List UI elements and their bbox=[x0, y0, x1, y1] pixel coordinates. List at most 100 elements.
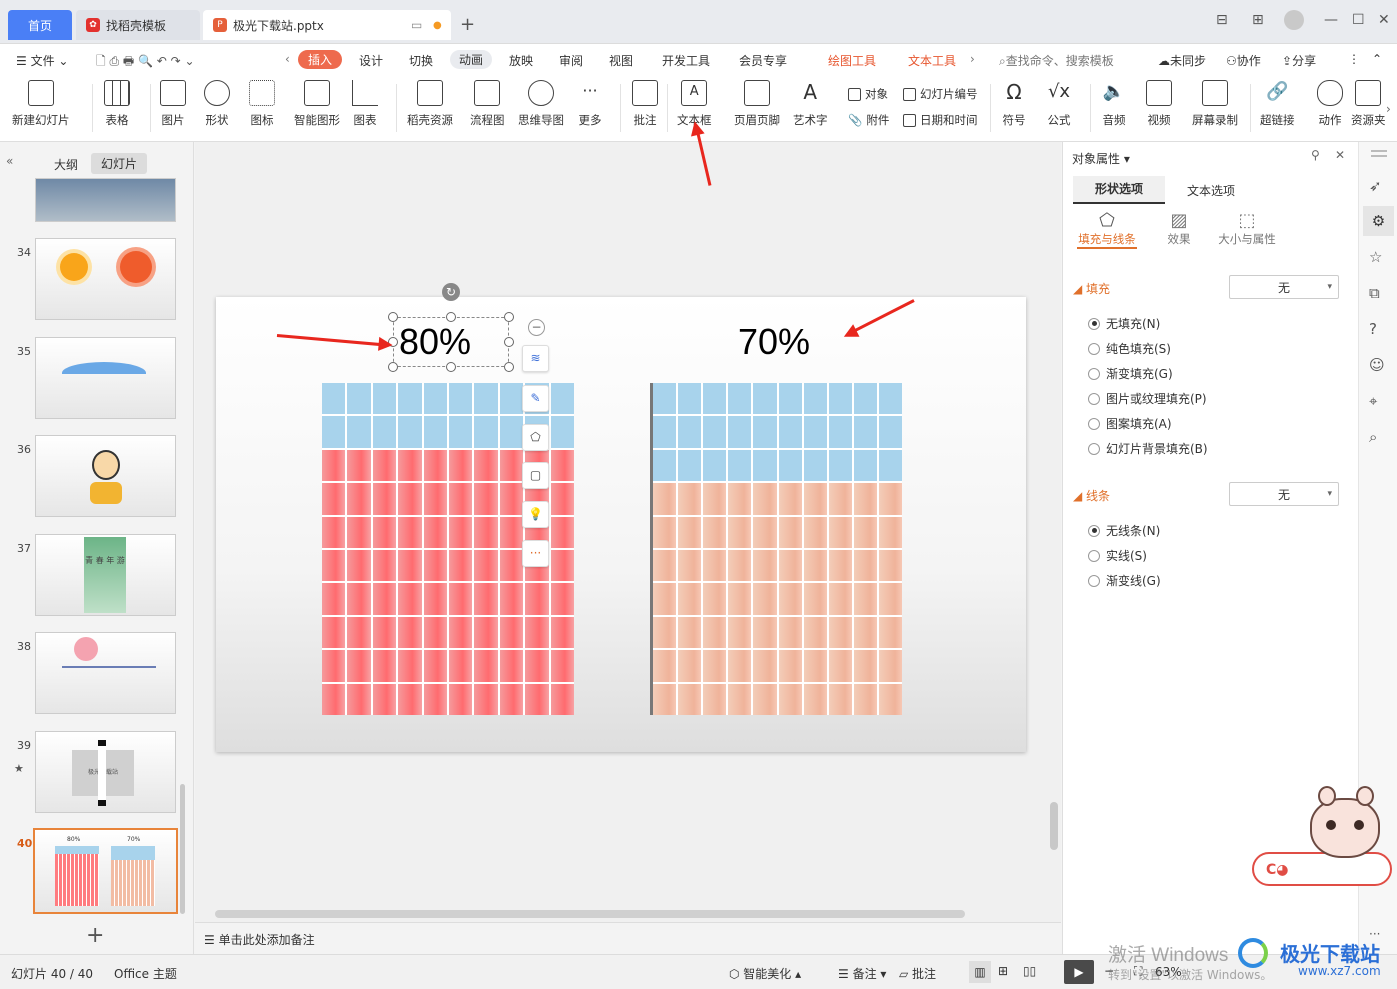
radio-solid-line[interactable]: 实线(S) bbox=[1088, 547, 1147, 564]
table-button[interactable]: 表格 bbox=[104, 80, 130, 128]
rotate-handle-icon[interactable]: ↻ bbox=[442, 283, 460, 301]
tab-member[interactable]: 会员专享 bbox=[739, 52, 787, 69]
collapse-ribbon-icon[interactable]: ⌃ bbox=[1372, 52, 1382, 66]
new-tab-button[interactable]: + bbox=[460, 14, 475, 35]
tab-text-options[interactable]: 文本选项 bbox=[1187, 182, 1235, 199]
transition-icon[interactable]: ⧉ bbox=[1369, 284, 1380, 302]
resource-folder-button[interactable]: 资源夹 bbox=[1351, 80, 1386, 128]
slide-thumb-40[interactable]: 80% 70% bbox=[33, 828, 178, 914]
slide-thumb-36[interactable] bbox=[35, 435, 176, 517]
tab-design[interactable]: 设计 bbox=[359, 52, 383, 69]
resize-handle[interactable] bbox=[388, 312, 398, 322]
resize-handle[interactable] bbox=[446, 362, 456, 372]
layout-icon[interactable]: ⊟ bbox=[1216, 12, 1228, 28]
slide-thumb-35[interactable] bbox=[35, 337, 176, 419]
resize-handle[interactable] bbox=[388, 362, 398, 372]
effect-tab[interactable]: ▨ 效果 bbox=[1159, 210, 1199, 247]
resize-handle[interactable] bbox=[504, 362, 514, 372]
assistant-mascot[interactable]: C◕ bbox=[1252, 786, 1392, 896]
radio-gradient-line[interactable]: 渐变线(G) bbox=[1088, 572, 1161, 589]
icon-button[interactable]: 图标 bbox=[249, 80, 275, 128]
tab-review[interactable]: 审阅 bbox=[559, 52, 583, 69]
fill-dropdown[interactable]: 无 ▾ bbox=[1229, 275, 1339, 299]
collapse-toolbar-icon[interactable]: − bbox=[528, 319, 545, 336]
ribbon-scroll-right-icon[interactable]: › bbox=[1386, 102, 1391, 116]
more-button[interactable]: ··· 更多 bbox=[577, 80, 603, 128]
resize-handle[interactable] bbox=[504, 337, 514, 347]
slide-number-button[interactable]: 幻灯片编号 bbox=[903, 86, 978, 102]
smart-beautify-button[interactable]: ⬡ 智能美化 ▴ bbox=[729, 965, 801, 982]
tab-transition[interactable]: 切换 bbox=[409, 52, 433, 69]
play-slideshow-icon[interactable]: ▶ bbox=[1064, 960, 1094, 984]
radio-gradient-fill[interactable]: 渐变填充(G) bbox=[1088, 365, 1173, 382]
attachment-button[interactable]: 📎 附件 bbox=[848, 112, 889, 128]
slides-tab[interactable]: 幻灯片 bbox=[91, 153, 148, 174]
radio-no-line[interactable]: 无线条(N) bbox=[1088, 522, 1160, 539]
resize-handle[interactable] bbox=[446, 312, 456, 322]
shape-button[interactable]: 形状 bbox=[204, 80, 230, 128]
share-button[interactable]: ⇪分享 bbox=[1282, 52, 1316, 69]
fill-section[interactable]: ◢ 填充 bbox=[1073, 280, 1110, 297]
tab-animation[interactable]: 动画 bbox=[450, 50, 493, 69]
wordart-button[interactable]: A 艺术字 bbox=[793, 80, 828, 128]
scroll-left-icon[interactable]: ‹ bbox=[285, 52, 290, 66]
radio-no-fill[interactable]: 无填充(N) bbox=[1088, 315, 1160, 332]
mindmap-button[interactable]: 思维导图 bbox=[518, 80, 564, 128]
radio-picture-fill[interactable]: 图片或纹理填充(P) bbox=[1088, 390, 1207, 407]
slide-thumb-33[interactable] bbox=[35, 178, 176, 222]
radio-solid-fill[interactable]: 纯色填充(S) bbox=[1088, 340, 1171, 357]
star-icon[interactable]: ☆ bbox=[1369, 248, 1382, 266]
tab-drawing-tools[interactable]: 绘图工具 bbox=[828, 52, 876, 69]
command-search[interactable]: ⌕查找命令、搜索模板 bbox=[999, 52, 1114, 69]
robot-icon[interactable]: ☺ bbox=[1369, 356, 1385, 374]
audio-button[interactable]: 🔈 音频 bbox=[1101, 80, 1127, 128]
sorter-view-icon[interactable]: ⊞ bbox=[998, 964, 1008, 978]
tab-template[interactable]: ✿ 找稻壳模板 bbox=[76, 10, 200, 40]
reading-view-icon[interactable]: ▯▯ bbox=[1023, 964, 1036, 978]
tab-document[interactable]: P 极光下载站.pptx ▭ ● bbox=[203, 10, 451, 40]
maximize-icon[interactable]: ☐ bbox=[1352, 12, 1365, 28]
grid-icon[interactable]: ⊞ bbox=[1252, 12, 1264, 28]
formula-button[interactable]: √x 公式 bbox=[1046, 80, 1072, 128]
tab-view[interactable]: 视图 bbox=[609, 52, 633, 69]
object-button[interactable]: 对象 bbox=[848, 86, 888, 102]
close-panel-icon[interactable]: ✕ bbox=[1335, 148, 1345, 162]
tab-text-tools[interactable]: 文本工具 bbox=[908, 52, 956, 69]
collapse-panel-icon[interactable]: « bbox=[6, 154, 13, 168]
tab-home[interactable]: 首页 bbox=[8, 10, 72, 40]
minimize-icon[interactable]: — bbox=[1324, 12, 1338, 28]
resize-handle[interactable] bbox=[504, 312, 514, 322]
avatar[interactable] bbox=[1284, 10, 1304, 30]
normal-view-icon[interactable]: ▥ bbox=[969, 961, 991, 983]
comment-button[interactable]: 批注 bbox=[632, 80, 658, 128]
pen-icon[interactable]: ✎ bbox=[522, 385, 549, 412]
more-menu-icon[interactable]: ⋮ bbox=[1348, 52, 1360, 66]
collab-button[interactable]: ⚇协作 bbox=[1226, 52, 1261, 69]
layer-icon[interactable]: ≋ bbox=[522, 345, 549, 372]
slide[interactable]: 80% 70% ↻ − ≋ ✎ ⬠ ▢ 💡 ··· bbox=[216, 283, 1026, 752]
pin-icon[interactable]: ⚲ bbox=[1311, 148, 1320, 162]
comment-toggle-button[interactable]: ▱ 批注 bbox=[899, 965, 936, 982]
canvas-hscrollbar[interactable] bbox=[215, 910, 965, 918]
datetime-button[interactable]: 日期和时间 bbox=[903, 112, 978, 128]
help-icon[interactable]: ? bbox=[1369, 320, 1377, 338]
new-slide-button[interactable]: 新建幻灯片 bbox=[12, 80, 70, 128]
screen-record-button[interactable]: 屏幕录制 bbox=[1192, 80, 1238, 128]
screen-icon[interactable]: ▭ bbox=[411, 18, 422, 32]
close-icon[interactable]: ✕ bbox=[1378, 12, 1390, 28]
tab-shape-options[interactable]: 形状选项 bbox=[1073, 176, 1165, 204]
size-tab[interactable]: ⬚ 大小与属性 bbox=[1215, 210, 1279, 247]
video-button[interactable]: 视频 bbox=[1146, 80, 1172, 128]
picture-button[interactable]: 图片 bbox=[160, 80, 186, 128]
theme-name[interactable]: Office 主题 bbox=[114, 965, 177, 982]
properties-icon[interactable]: ⚙ bbox=[1363, 206, 1394, 236]
panel-title[interactable]: 对象属性 ▾ bbox=[1072, 150, 1130, 167]
canvas-vscrollbar[interactable] bbox=[1050, 802, 1058, 850]
chart-button[interactable]: 图表 bbox=[352, 80, 378, 128]
slide-thumb-38[interactable] bbox=[35, 632, 176, 714]
outline-tab[interactable]: 大纲 bbox=[54, 156, 78, 173]
fill-bucket-icon[interactable]: ⬠ bbox=[522, 424, 549, 451]
outline-icon[interactable]: ▢ bbox=[522, 462, 549, 489]
slide-thumb-34[interactable] bbox=[35, 238, 176, 320]
line-section[interactable]: ◢ 线条 bbox=[1073, 487, 1110, 504]
